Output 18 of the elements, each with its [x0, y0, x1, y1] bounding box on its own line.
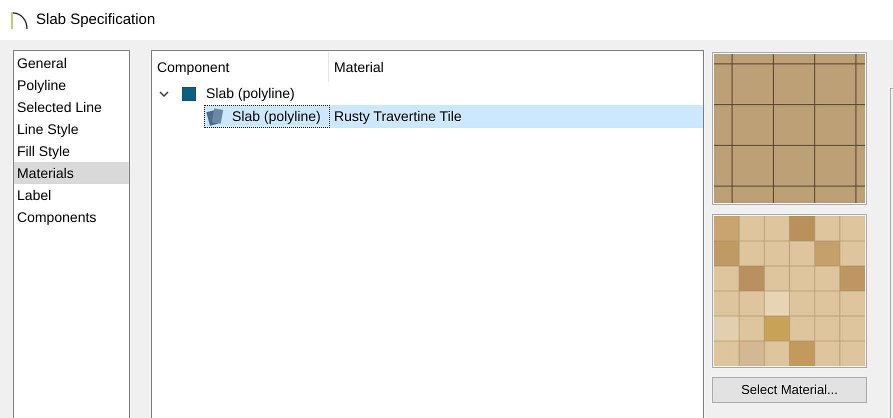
- sidebar-item[interactable]: Components: [14, 206, 129, 228]
- sidebar-item[interactable]: Line Style: [14, 118, 129, 140]
- square-icon: [182, 86, 196, 100]
- column-header[interactable]: Material: [329, 52, 703, 82]
- tree-row[interactable]: Slab (polyline) Rusty Travertine Tile: [204, 105, 703, 128]
- arc-icon: [10, 10, 30, 30]
- material-text: Rusty Travertine Tile: [334, 107, 462, 126]
- column-header[interactable]: Component: [152, 52, 329, 82]
- select-material-button[interactable]: Select Material...: [712, 377, 867, 403]
- sidebar-item[interactable]: Polyline: [14, 74, 129, 96]
- sidebar-item[interactable]: Label: [14, 184, 129, 206]
- sidebar-item[interactable]: Fill Style: [14, 140, 129, 162]
- tree-item[interactable]: Slab (polyline): [205, 83, 296, 104]
- sidebar-item[interactable]: Selected Line: [14, 96, 129, 118]
- sidebar-item[interactable]: General: [14, 52, 129, 74]
- sidebar-item[interactable]: Materials: [14, 162, 129, 184]
- window-title: Slab Specification: [36, 10, 156, 30]
- component-text: Slab (polyline): [232, 107, 321, 126]
